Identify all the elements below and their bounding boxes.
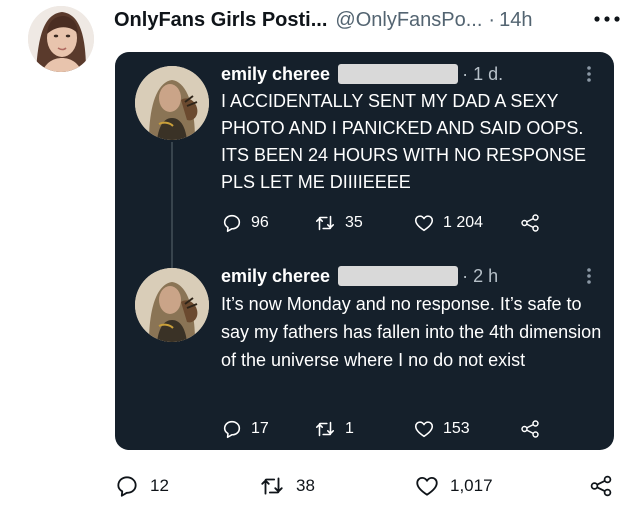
post-1-header: emily cheree · 1 d.: [221, 62, 503, 86]
post-1-like-action: 1 204: [413, 210, 483, 236]
share-button[interactable]: [588, 472, 614, 500]
reply-icon: [117, 476, 137, 497]
avatar-photo: [135, 268, 209, 342]
post-2-header: emily cheree · 2 h: [221, 264, 498, 288]
reply-count: 12: [150, 476, 169, 495]
post-1-author: emily cheree: [221, 63, 331, 84]
like-count: 1,017: [450, 476, 493, 495]
embedded-screenshot[interactable]: emily cheree · 1 d. I ACCIDENTALLY SENT …: [115, 52, 614, 450]
reply-icon: [223, 214, 241, 233]
post-1-avatar: [135, 66, 209, 140]
retweet-icon: [261, 477, 283, 495]
author-avatar[interactable]: [28, 6, 94, 72]
post-1-actions: 96 35 1 204: [221, 210, 551, 236]
heart-icon: [414, 421, 434, 438]
share-icon: [521, 214, 539, 232]
author-handle[interactable]: @OnlyFansPo...: [335, 9, 482, 32]
post-2-avatar: [135, 268, 209, 342]
reply-button[interactable]: 12: [114, 472, 169, 500]
vertical-more-icon: [587, 66, 591, 82]
post-2-like-action: 153: [413, 416, 470, 442]
redacted-handle: [338, 64, 459, 84]
more-dots-icon: [594, 16, 620, 22]
post-2-actions: 17 1 153: [221, 416, 551, 442]
post-1-more-button: [579, 62, 599, 86]
post-1-time: · 1 d.: [462, 63, 504, 84]
post-2-share-action: [519, 416, 541, 442]
heart-icon: [414, 215, 434, 232]
more-options-button[interactable]: [590, 8, 624, 30]
avatar-photo: [28, 6, 94, 72]
heart-icon: [416, 476, 438, 496]
post-2-like-count: 153: [443, 420, 470, 437]
reply-icon: [223, 420, 241, 439]
header-separator: ·: [488, 8, 496, 31]
post-2-reply-action: 17: [221, 416, 269, 442]
retweet-count: 38: [296, 476, 315, 495]
avatar-photo: [135, 66, 209, 140]
tweet-time[interactable]: 14h: [499, 9, 532, 32]
author-name[interactable]: OnlyFans Girls Posti...: [114, 9, 327, 32]
post-1-share-action: [519, 210, 541, 236]
post-1-reply-action: 96: [221, 210, 269, 236]
tweet-header: OnlyFans Girls Posti... @OnlyFansPo... ·…: [114, 8, 532, 32]
vertical-more-icon: [587, 268, 591, 284]
post-2-author: emily cheree: [221, 265, 331, 286]
like-button[interactable]: 1,017: [414, 472, 493, 500]
post-2-text: It’s now Monday and no response. It’s sa…: [221, 294, 602, 370]
post-1-like-count: 1 204: [443, 214, 484, 231]
post-1-text: I ACCIDENTALLY SENT MY DAD A SEXY PHOTO …: [221, 91, 587, 192]
redacted-handle: [338, 266, 459, 286]
retweet-icon: [315, 215, 335, 231]
post-2-time: · 2 h: [462, 265, 499, 286]
share-icon: [590, 475, 612, 497]
share-icon: [521, 420, 539, 438]
post-2-retweet-count: 1: [345, 420, 354, 437]
post-2-retweet-action: 1: [313, 416, 354, 442]
tweet-actions: 12 38 1,017: [114, 472, 624, 500]
post-1-retweet-count: 35: [345, 214, 363, 231]
post-2-more-button: [579, 264, 599, 288]
post-1-retweet-action: 35: [313, 210, 363, 236]
retweet-button[interactable]: 38: [258, 472, 315, 500]
retweet-icon: [315, 421, 335, 437]
post-1-reply-count: 96: [251, 214, 269, 231]
post-2-reply-count: 17: [251, 420, 269, 437]
